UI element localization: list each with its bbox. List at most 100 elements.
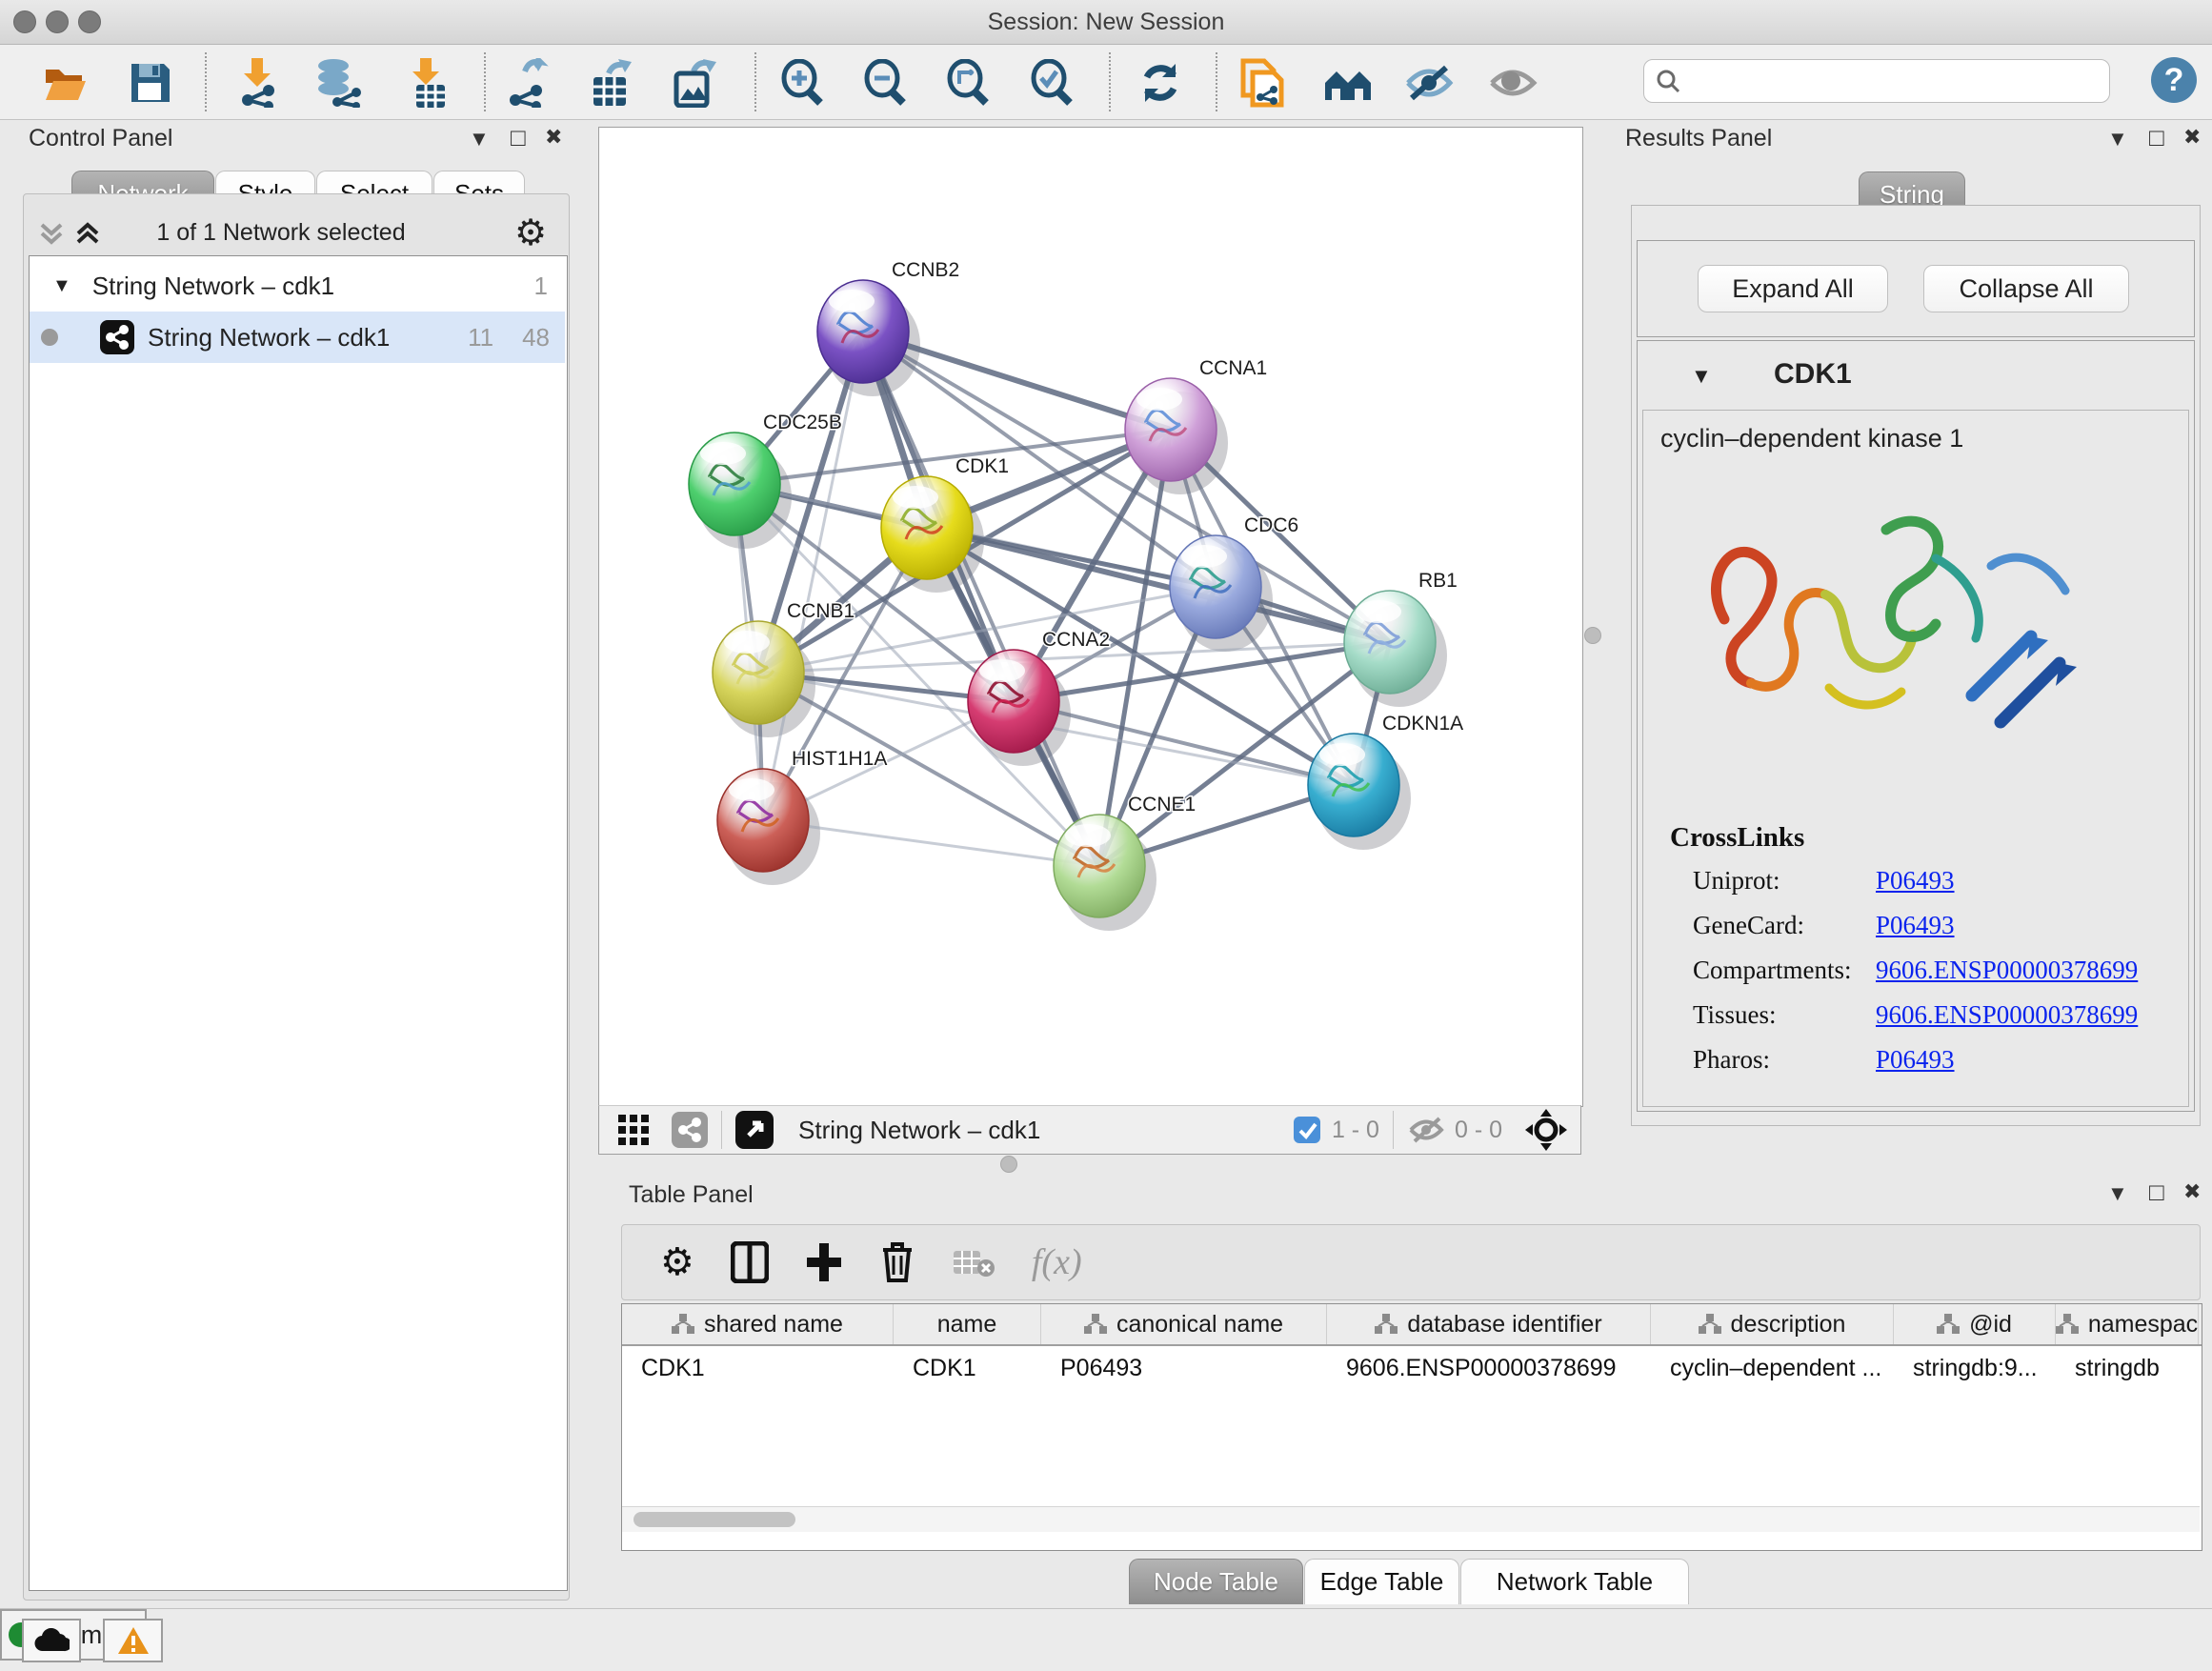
protein-node[interactable] (1125, 378, 1217, 481)
column-header-name[interactable]: name (894, 1304, 1041, 1344)
tab-network-table[interactable]: Network Table (1460, 1559, 1689, 1604)
table-panel-menu-icon[interactable]: ▼ (2107, 1181, 2128, 1206)
collapse-all-networks-icon[interactable] (36, 217, 67, 248)
table-horizontal-scrollbar[interactable] (622, 1506, 2200, 1532)
network-row-selected[interactable]: String Network – cdk1 11 48 (30, 312, 565, 363)
column-header-canonical-name[interactable]: canonical name (1041, 1304, 1327, 1344)
tab-node-table[interactable]: Node Table (1129, 1559, 1303, 1604)
protein-node[interactable] (968, 650, 1059, 753)
horizontal-splitter-handle[interactable] (1000, 1156, 1017, 1173)
control-panel-menu-icon[interactable]: ▼ (469, 127, 490, 151)
protein-structure-image (1686, 467, 2124, 819)
help-button[interactable]: ? (2151, 57, 2197, 103)
save-session-icon[interactable] (126, 58, 175, 108)
export-image-icon[interactable] (668, 58, 717, 108)
zoom-selected-icon[interactable] (1028, 58, 1077, 108)
expand-all-button[interactable]: Expand All (1698, 265, 1888, 312)
tab-edge-table[interactable]: Edge Table (1304, 1559, 1459, 1604)
birds-eye-view-icon[interactable] (735, 1111, 774, 1149)
protein-node[interactable] (713, 621, 804, 724)
function-builder-icon[interactable]: f(x) (1032, 1241, 1082, 1283)
vertical-splitter-handle[interactable] (1584, 627, 1601, 644)
refresh-view-icon[interactable] (1136, 58, 1185, 108)
zoom-in-icon[interactable] (778, 58, 828, 108)
node-label: CCNB2 (892, 259, 959, 281)
table-settings-gear-icon[interactable]: ⚙ (660, 1240, 694, 1284)
protein-node[interactable] (1054, 815, 1145, 917)
import-network-icon[interactable] (232, 58, 282, 108)
zoom-out-icon[interactable] (861, 58, 911, 108)
results-panel-title: Results Panel (1625, 125, 1772, 152)
import-table-icon[interactable] (401, 58, 451, 108)
cloud-button[interactable] (22, 1619, 81, 1662)
control-panel-close-icon[interactable]: ✖ (545, 125, 562, 150)
pan-crosshair-icon[interactable] (1525, 1109, 1567, 1151)
table-cell[interactable]: P06493 (1041, 1346, 1327, 1390)
open-session-icon[interactable] (40, 58, 90, 108)
hide-eye-icon[interactable] (1404, 58, 1454, 108)
expand-all-networks-icon[interactable] (72, 217, 103, 248)
home-networks-icon[interactable] (1323, 58, 1373, 108)
grid-view-icon[interactable] (616, 1113, 651, 1147)
zoom-fit-icon[interactable] (944, 58, 994, 108)
edge[interactable] (863, 332, 1171, 430)
selected-nodes-checkbox-icon[interactable] (1292, 1115, 1322, 1145)
protein-node[interactable] (689, 433, 780, 535)
collection-expand-icon[interactable]: ▼ (52, 275, 71, 297)
results-panel-close-icon[interactable]: ✖ (2183, 125, 2201, 150)
protein-node[interactable] (817, 280, 909, 383)
table-row[interactable]: CDK1CDK1P064939606.ENSP00000378699cyclin… (622, 1346, 2202, 1390)
table-panel-close-icon[interactable]: ✖ (2183, 1179, 2201, 1204)
status-bar: Memory (0, 1608, 2212, 1671)
edge[interactable] (863, 332, 1099, 866)
search-input[interactable] (1688, 67, 2109, 95)
results-panel-float-icon[interactable]: □ (2149, 123, 2164, 152)
warning-button[interactable] (103, 1619, 163, 1662)
crosslink-value-link[interactable]: P06493 (1876, 1045, 1955, 1075)
table-panel-float-icon[interactable]: □ (2149, 1178, 2164, 1207)
table-cell[interactable]: cyclin–dependent ... (1651, 1346, 1894, 1390)
collapse-all-button[interactable]: Collapse All (1923, 265, 2129, 312)
search-box[interactable] (1643, 59, 2110, 103)
string-view-icon[interactable] (672, 1112, 708, 1148)
table-cell[interactable]: 9606.ENSP00000378699 (1327, 1346, 1651, 1390)
show-columns-icon[interactable] (731, 1241, 769, 1283)
node-label: CCNE1 (1128, 794, 1196, 815)
table-cell[interactable]: stringdb:9... (1894, 1346, 2056, 1390)
add-column-icon[interactable] (805, 1241, 843, 1283)
hidden-counter: 0 - 0 (1455, 1117, 1502, 1144)
table-cell[interactable]: CDK1 (622, 1346, 894, 1390)
protein-node[interactable] (717, 769, 809, 872)
results-panel-menu-icon[interactable]: ▼ (2107, 127, 2128, 151)
column-header--id[interactable]: @id (1894, 1304, 2056, 1344)
node-label: CDC25B (763, 412, 842, 433)
column-header-shared-name[interactable]: shared name (622, 1304, 894, 1344)
delete-column-icon[interactable] (879, 1240, 915, 1284)
clone-network-icon[interactable] (1237, 58, 1287, 108)
column-header-description[interactable]: description (1651, 1304, 1894, 1344)
table-cell[interactable]: stringdb (2056, 1346, 2199, 1390)
crosslink-value-link[interactable]: 9606.ENSP00000378699 (1876, 956, 2138, 985)
show-eye-icon[interactable] (1488, 58, 1538, 108)
network-options-gear-icon[interactable]: ⚙ (514, 211, 547, 254)
column-header-namespac[interactable]: namespac (2056, 1304, 2199, 1344)
crosslink-value-link[interactable]: 9606.ENSP00000378699 (1876, 1000, 2138, 1030)
export-network-icon[interactable] (502, 58, 552, 108)
crosslink-value-link[interactable]: P06493 (1876, 911, 1955, 940)
import-database-icon[interactable] (313, 58, 363, 108)
protein-node[interactable] (1170, 535, 1261, 638)
column-header-database-identifier[interactable]: database identifier (1327, 1304, 1651, 1344)
network-collection-row[interactable]: ▼ String Network – cdk1 1 (30, 260, 565, 312)
protein-node[interactable] (1308, 734, 1399, 836)
delete-table-icon[interactable] (952, 1245, 995, 1279)
crosslink-value-link[interactable]: P06493 (1876, 866, 1955, 896)
network-canvas[interactable]: CCNB2CCNA1CDC25BCDK1CDC6RB1CCNB1CCNA2CDK… (598, 127, 1583, 1107)
gene-collapse-icon[interactable]: ▼ (1691, 364, 1712, 389)
control-panel-float-icon[interactable]: □ (511, 123, 526, 152)
protein-node[interactable] (881, 476, 973, 579)
table-cell[interactable]: CDK1 (894, 1346, 1041, 1390)
export-table-icon[interactable] (585, 58, 634, 108)
scrollbar-thumb[interactable] (633, 1512, 795, 1527)
protein-node[interactable] (1344, 591, 1436, 694)
hidden-eye-icon[interactable] (1407, 1115, 1445, 1145)
